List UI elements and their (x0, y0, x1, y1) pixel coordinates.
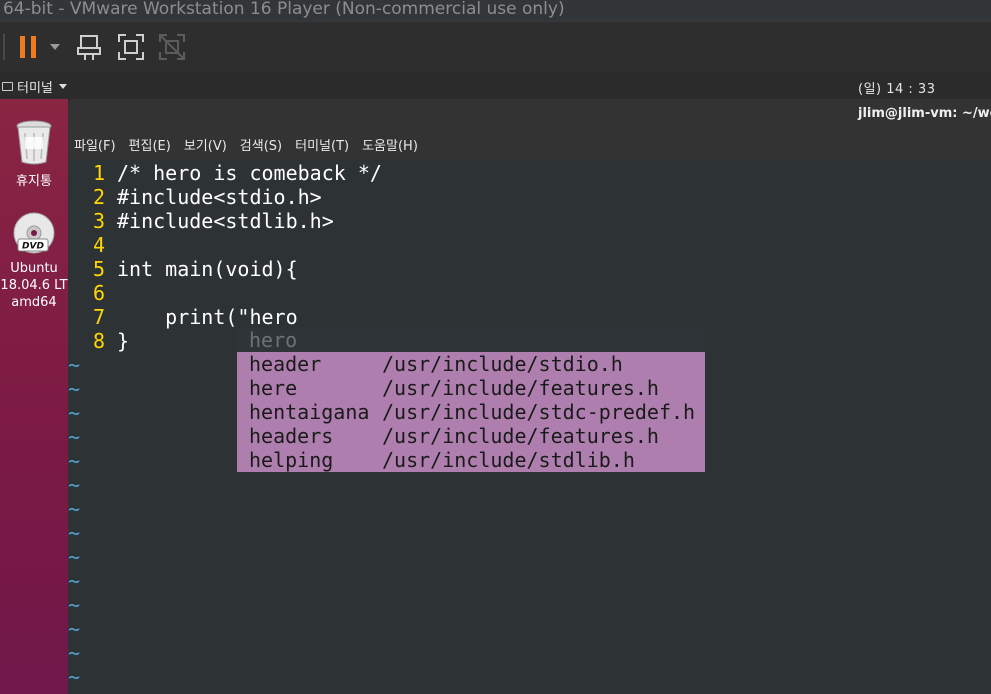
trash-icon (16, 120, 52, 165)
line-text: } (117, 329, 130, 353)
send-keys-icon (77, 35, 101, 60)
completion-word: helping (249, 448, 334, 472)
completion-item[interactable]: helping/usr/include/stdlib.h (237, 448, 705, 472)
empty-line-tilde: ~ (68, 377, 81, 401)
empty-line-tilde: ~ (68, 545, 81, 569)
app-menu-terminal[interactable]: 터미널 (0, 77, 67, 96)
menu-search[interactable]: 검색(S) (240, 135, 288, 154)
fullscreen-icon (118, 34, 144, 60)
empty-line-tilde: ~ (68, 425, 81, 449)
completion-item[interactable]: header/usr/include/stdio.h (237, 352, 705, 376)
vmware-toolbar (0, 21, 991, 73)
app-menu-label: 터미널 (17, 81, 53, 96)
ubuntu-top-panel: 터미널 (일) 14 : 33 (0, 72, 991, 99)
svg-text:DVD: DVD (22, 242, 44, 252)
code-line: 7 print("hero (68, 305, 298, 329)
dock: 휴지통 DVD Ubuntu 18.04.6 LT amd64 (0, 99, 68, 694)
line-number: 4 (92, 233, 105, 257)
dock-item-label-line: amd64 (11, 295, 57, 310)
menu-view[interactable]: 보기(V) (184, 135, 233, 154)
menu-terminal[interactable]: 터미널(T) (295, 135, 355, 154)
menu-file[interactable]: 파일(F) (74, 135, 122, 154)
line-text: int main(void){ (117, 257, 298, 281)
dock-item-label: 휴지통 (16, 174, 52, 189)
empty-line-tilde: ~ (68, 593, 81, 617)
completion-word: headers (249, 424, 334, 448)
line-number: 5 (92, 257, 105, 281)
dock-item-dvd[interactable]: DVD Ubuntu 18.04.6 LT amd64 (0, 211, 68, 311)
chevron-down-icon (58, 84, 67, 89)
code-line: 2 #include<stdio.h> (68, 185, 322, 209)
empty-line-tilde: ~ (68, 449, 81, 473)
completion-word: hentaigana (249, 400, 370, 424)
completion-source: /usr/include/features.h (382, 424, 659, 448)
empty-line-tilde: ~ (68, 665, 81, 689)
toolbar-separator (3, 34, 5, 60)
line-number: 3 (92, 209, 105, 233)
completion-item[interactable]: headers/usr/include/features.h (237, 424, 705, 448)
unity-button[interactable] (158, 33, 186, 65)
empty-line-tilde: ~ (68, 401, 81, 425)
code-line: 4 (68, 233, 117, 257)
empty-line-tilde: ~ (68, 353, 81, 377)
completion-item[interactable]: here/usr/include/features.h (237, 376, 705, 400)
line-number: 2 (92, 185, 105, 209)
code-line: 3 #include<stdlib.h> (68, 209, 334, 233)
menu-edit[interactable]: 편집(E) (129, 135, 177, 154)
completion-word: header (249, 352, 322, 376)
line-number: 7 (92, 305, 105, 329)
terminal-title: jlim@jlim-vm: ~/wo (858, 106, 991, 121)
line-text: #include<stdio.h> (117, 185, 322, 209)
dock-item-trash[interactable]: 휴지통 (0, 119, 68, 190)
unity-icon (159, 34, 185, 60)
empty-line-tilde: ~ (68, 569, 81, 593)
chevron-down-icon (50, 44, 60, 50)
code-line: 8} (68, 329, 129, 353)
code-line: 5 int main(void){ (68, 257, 298, 281)
code-line: 6 (68, 281, 117, 305)
line-text: print("hero (117, 305, 298, 329)
dock-item-label-line: 18.04.6 LT (0, 278, 68, 293)
vmware-title-bar: 64-bit - VMware Workstation 16 Player (N… (0, 0, 991, 21)
completion-item[interactable]: hentaigana/usr/include/stdc-predef.h (237, 400, 705, 424)
line-text: #include<stdlib.h> (117, 209, 334, 233)
dvd-icon: DVD (13, 212, 55, 254)
completion-source: /usr/include/stdlib.h (382, 448, 635, 472)
completion-original-word[interactable]: hero (237, 328, 705, 352)
completion-word: here (249, 376, 298, 400)
line-text: /* hero is comeback */ (117, 161, 382, 185)
line-number: 8 (92, 329, 105, 353)
completion-source: /usr/include/stdio.h (382, 352, 623, 376)
completion-popup: hero header/usr/include/stdio.h here/usr… (237, 328, 705, 472)
line-number: 1 (92, 161, 105, 185)
terminal-menubar: 파일(F) 편집(E) 보기(V) 검색(S) 터미널(T) 도움말(H) (68, 130, 991, 159)
send-ctrl-alt-del-button[interactable] (77, 33, 103, 65)
empty-line-tilde: ~ (68, 521, 81, 545)
fullscreen-button[interactable] (117, 33, 145, 65)
empty-line-tilde: ~ (68, 617, 81, 641)
clock[interactable]: (일) 14 : 33 (858, 78, 935, 97)
completion-source: /usr/include/stdc-predef.h (382, 400, 696, 424)
window-title: 64-bit - VMware Workstation 16 Player (N… (3, 0, 565, 19)
dock-item-label-line: Ubuntu (10, 261, 58, 276)
pause-button[interactable] (14, 22, 62, 72)
empty-line-tilde: ~ (68, 641, 81, 665)
line-number: 6 (92, 281, 105, 305)
empty-line-tilde: ~ (68, 473, 81, 497)
menu-help[interactable]: 도움말(H) (362, 135, 424, 154)
terminal-icon (2, 82, 13, 91)
completion-source: /usr/include/features.h (382, 376, 659, 400)
terminal-header-bar[interactable]: jlim@jlim-vm: ~/wo (68, 99, 991, 130)
empty-line-tilde: ~ (68, 497, 81, 521)
code-line: 1 /* hero is comeback */ (68, 161, 382, 185)
